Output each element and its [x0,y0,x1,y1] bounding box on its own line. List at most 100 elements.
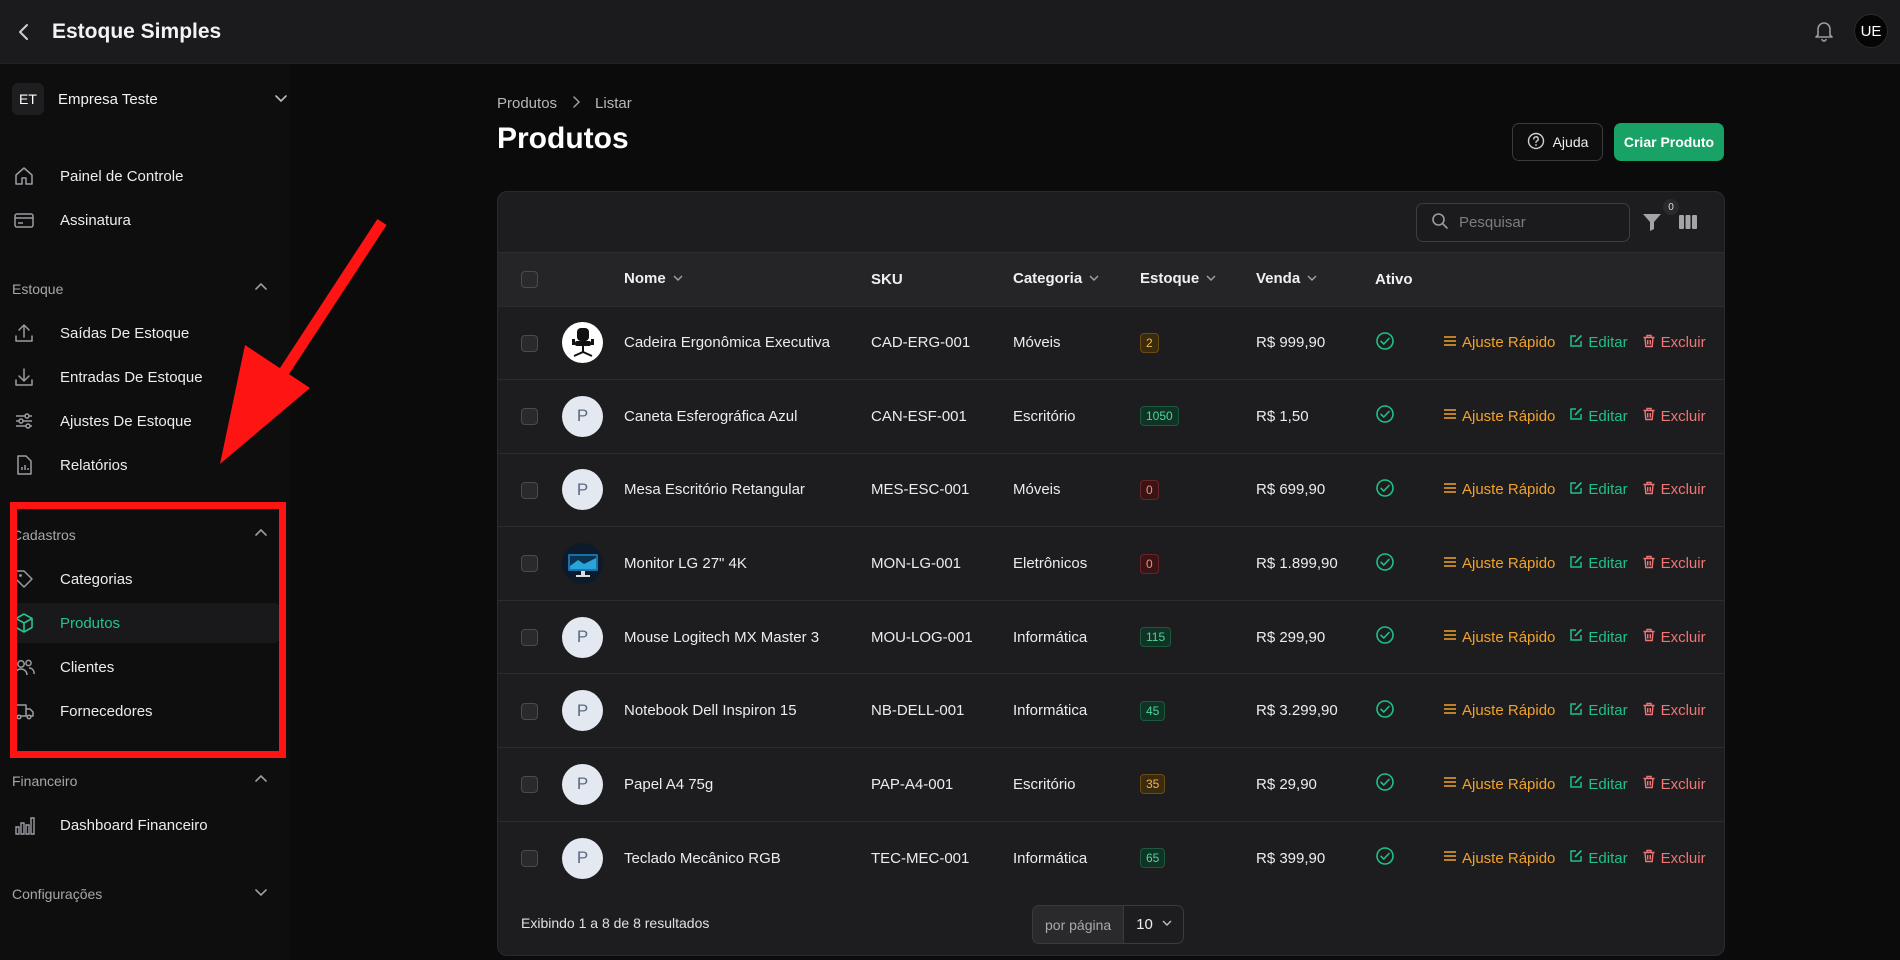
notification-bell-icon[interactable] [1812,19,1836,43]
columns-toggle-icon[interactable] [1678,213,1698,235]
table-row[interactable]: P Teclado Mecânico RGB TEC-MEC-001 Informát… [498,821,1724,895]
column-header-categoria[interactable]: Categoria [1013,253,1140,306]
sidebar-item-dashboard-financeiro[interactable]: Dashboard Financeiro [12,805,280,845]
edit-icon [1569,628,1583,646]
section-financeiro-header[interactable]: Financeiro [12,769,268,793]
edit-button[interactable]: Editar [1569,481,1628,499]
sidebar-item-painel-de-controle[interactable]: Painel de Controle [12,156,280,196]
upload-icon [12,321,36,345]
table-row[interactable]: P Notebook Dell Inspiron 15 NB-DELL-001 Inf… [498,673,1724,748]
search-input[interactable] [1459,214,1619,231]
table-row[interactable]: P Mouse Logitech MX Master 3 MOU-LOG-001 In… [498,600,1724,674]
edit-button[interactable]: Editar [1569,628,1628,646]
product-price: R$ 399,90 [1256,849,1326,867]
delete-label: Excluir [1660,775,1706,793]
per-page-select[interactable]: 10 [1124,916,1183,933]
table-toolbar: 0 [498,192,1724,253]
edit-button[interactable]: Editar [1569,555,1628,573]
column-header-estoque[interactable]: Estoque [1140,253,1256,306]
download-icon [12,365,36,389]
table-row[interactable]: Monitor LG 27" 4K MON-LG-001 Eletrônicos 0 R… [498,526,1724,601]
section-configuracoes-header[interactable]: Configurações [12,882,268,906]
quick-adjust-button[interactable]: Ajuste Rápido [1443,849,1555,867]
trash-icon [1642,849,1656,867]
product-category: Eletrônicos [1013,555,1088,573]
row-checkbox[interactable] [521,849,538,867]
trash-icon [1642,407,1656,425]
active-check-icon [1375,773,1395,796]
delete-button[interactable]: Excluir [1642,775,1706,793]
create-product-button[interactable]: Criar Produto [1614,123,1724,161]
row-checkbox[interactable] [521,334,538,352]
delete-button[interactable]: Excluir [1642,628,1706,646]
back-arrow-icon[interactable] [12,20,36,44]
delete-button[interactable]: Excluir [1642,334,1706,352]
quick-adjust-button[interactable]: Ajuste Rápido [1443,775,1555,793]
sort-chevron-icon [1205,271,1217,288]
company-switcher[interactable]: ET Empresa Teste [12,82,288,116]
product-name: Monitor LG 27" 4K [624,555,747,573]
delete-button[interactable]: Excluir [1642,555,1706,573]
product-sku: TEC-MEC-001 [871,849,970,867]
highlight-annotation-box [10,502,286,758]
table-header-row: Nome SKU Categoria Estoque Venda Ativo [498,253,1724,306]
edit-button[interactable]: Editar [1569,775,1628,793]
chevron-down-icon [254,885,268,903]
row-checkbox[interactable] [521,555,538,573]
product-thumbnail-placeholder: P [562,763,603,805]
page-title: Produtos [497,122,629,155]
column-header-venda[interactable]: Venda [1256,253,1375,306]
stock-badge: 1050 [1140,406,1179,427]
search-icon [1431,212,1449,234]
edit-button[interactable]: Editar [1569,334,1628,352]
quick-adjust-button[interactable]: Ajuste Rápido [1443,702,1555,720]
quick-adjust-button[interactable]: Ajuste Rápido [1443,334,1555,352]
sliders-icon [1443,775,1457,793]
sliders-icon [1443,334,1457,352]
product-sku: MES-ESC-001 [871,481,970,499]
quick-adjust-button[interactable]: Ajuste Rápido [1443,407,1555,425]
report-document-icon [12,453,36,477]
table-row[interactable]: P Papel A4 75g PAP-A4-001 Escritório 35 R$ 29… [498,747,1724,822]
per-page-selector[interactable]: por página 10 [1032,905,1184,944]
delete-button[interactable]: Excluir [1642,702,1706,720]
edit-button[interactable]: Editar [1569,702,1628,720]
quick-adjust-button[interactable]: Ajuste Rápido [1443,555,1555,573]
row-checkbox[interactable] [521,481,538,499]
quick-adjust-button[interactable]: Ajuste Rápido [1443,481,1555,499]
table-row[interactable]: P Mesa Escritório Retangular MES-ESC-001 Mó… [498,453,1724,527]
delete-label: Excluir [1660,702,1706,720]
search-field[interactable] [1416,203,1630,242]
row-checkbox[interactable] [521,776,538,794]
filter-icon[interactable] [1642,212,1662,236]
product-price: R$ 999,90 [1256,334,1326,352]
breadcrumb-parent-link[interactable]: Produtos [497,95,557,112]
bar-chart-icon [12,813,36,837]
row-checkbox[interactable] [521,408,538,426]
delete-button[interactable]: Excluir [1642,407,1706,425]
sort-chevron-icon [1306,271,1318,288]
edit-button[interactable]: Editar [1569,407,1628,425]
row-checkbox[interactable] [521,702,538,720]
table-row[interactable]: P Caneta Esferográfica Azul CAN-ESF-001 Esc… [498,379,1724,454]
user-avatar[interactable]: UE [1854,14,1888,48]
product-sku: MOU-LOG-001 [871,628,973,646]
delete-button[interactable]: Excluir [1642,849,1706,867]
edit-button[interactable]: Editar [1569,849,1628,867]
select-all-checkbox[interactable] [521,271,538,289]
product-name: Teclado Mecânico RGB [624,849,781,867]
edit-icon [1569,775,1583,793]
column-header-nome[interactable]: Nome [624,253,871,306]
chevron-down-icon [1161,916,1173,933]
product-thumbnail-placeholder: P [562,837,603,879]
delete-button[interactable]: Excluir [1642,481,1706,499]
quick-adjust-button[interactable]: Ajuste Rápido [1443,628,1555,646]
delete-label: Excluir [1660,481,1706,499]
product-sku: PAP-A4-001 [871,775,954,793]
section-title: Financeiro [12,773,78,789]
trash-icon [1642,702,1656,720]
table-row[interactable]: Cadeira Ergonômica Executiva CAD-ERG-001 M… [498,306,1724,380]
question-circle-icon [1527,132,1545,153]
row-checkbox[interactable] [521,628,538,646]
help-button[interactable]: Ajuda [1512,123,1603,161]
